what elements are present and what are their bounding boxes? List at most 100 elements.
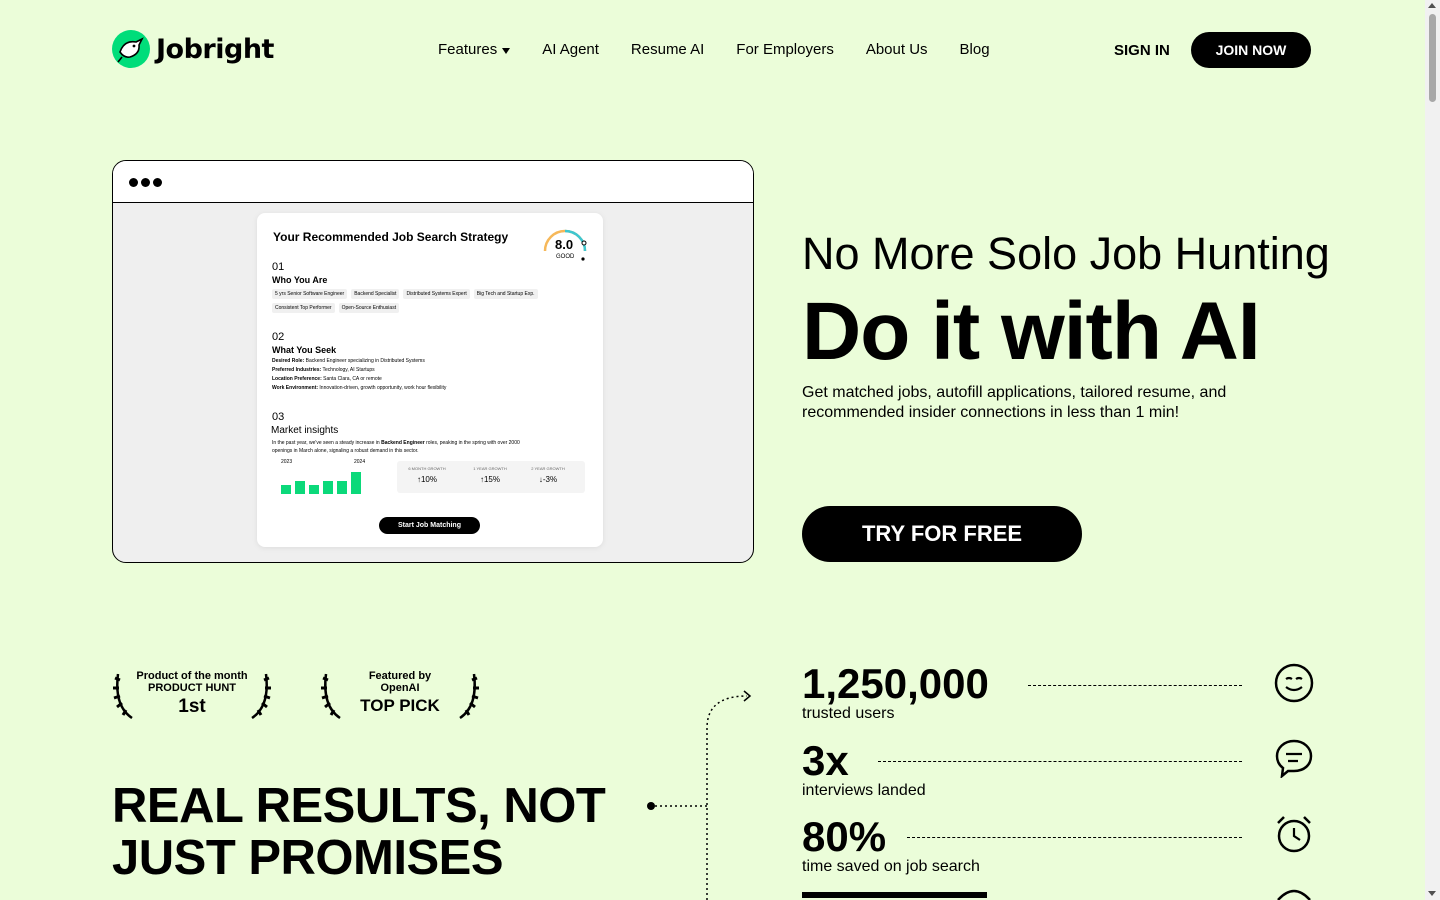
section-title: Who You Are [272,275,328,285]
laurel-right-icon [251,673,271,720]
next-stat-icon [1277,889,1311,900]
nav-about-us-label: About Us [865,41,928,58]
stat-label: time saved on job search [802,858,980,875]
mini-chart-bar [351,472,361,494]
seek-key: Preferred Industries: [272,367,322,373]
insight-text-d: openings in March alone, signaling a rob… [272,448,419,454]
growth-item: 6 MONTH GROWTH ↑10% [402,466,452,484]
tag: Backend Specialist [351,289,400,299]
hero-subtitle: No More Solo Job Hunting [802,228,1330,279]
seek-key: Location Preference: [272,376,322,382]
section-number: 03 [272,411,285,423]
seek-key: Work Environment: [272,385,319,391]
score-gauge: 8.0 GOOD [541,227,589,267]
seek-line: Location Preference: Santa Clara, CA or … [272,376,382,382]
seek-value: Innovation-driven, growth opportunity, w… [319,385,447,391]
tag: 5 yrs Senior Software Engineer [272,289,348,299]
mini-chart-bar [309,485,319,494]
results-heading-line2: JUST PROMISES [112,831,504,885]
stat-label: trusted users [802,705,895,722]
seek-value: Santa Clara, CA or remote [323,376,382,382]
hero-description: Get matched jobs, autofill applications,… [802,384,1227,421]
seek-value: Backend Engineer specializing in Distrib… [305,358,425,364]
mini-chart-bar [295,480,305,494]
stat-divider [1028,685,1242,686]
tag: Open-Source Enthusiast [338,303,400,313]
chart-start-year: 2023 [281,459,293,465]
mini-chart-bar [281,485,291,494]
mini-bar-chart: 2023 2024 [279,459,369,499]
scroll-up-arrow-icon[interactable] [1428,3,1436,8]
nav-ai-agent[interactable]: AI Agent [542,41,599,58]
growth-panel: 6 MONTH GROWTH ↑10% 1 YEAR GROWTH ↑15% 2 Y… [397,461,585,493]
award-product-hunt: Product of the month PRODUCT HUNT 1st [112,668,272,724]
score-value: 8.0 [555,237,574,252]
strategy-card: Your Recommended Job Search Strategy 8.0… [257,213,603,547]
stat-label: interviews landed [802,782,926,799]
stat-divider [878,761,1242,762]
seek-line: Desired Role: Backend Engineer specializ… [272,358,425,364]
bird-logo-icon [112,30,150,68]
growth-item: 1 YEAR GROWTH ↑15% [465,466,515,484]
growth-value: ↑10% [416,475,437,484]
start-job-matching-button[interactable]: Start Job Matching [379,517,480,534]
stat-trusted-users: 1,250,000 trusted users [802,661,989,723]
scroll-down-arrow-icon[interactable] [1428,891,1436,896]
nav-for-employers[interactable]: For Employers [736,41,834,58]
nav-features-label: Features [438,41,498,58]
chat-icon [1275,739,1313,778]
laurel-left-icon [113,673,133,720]
laurel-right-icon [459,673,479,720]
seek-line: Preferred Industries: Technology, AI Sta… [272,367,375,373]
smile-icon [1274,663,1314,703]
insight-text: In the past year, we've seen a steady in… [272,440,520,446]
try-for-free-button[interactable]: TRY FOR FREE [802,506,1082,562]
seek-line: Work Environment: Innovation-driven, gro… [272,385,446,391]
insight-text-a: In the past year, we've seen a steady in… [272,440,382,446]
window-dot-icon [153,178,162,187]
dotted-connector [647,690,752,900]
card-title: Your Recommended Job Search Strategy [273,230,509,244]
hero-title: Do it with AI [802,286,1261,377]
nav-about-us[interactable]: About Us [866,41,928,58]
stat-divider [907,837,1242,838]
logo[interactable]: Jobright [112,30,274,68]
growth-label: 1 YEAR GROWTH [473,466,507,471]
alarm-clock-icon [1277,816,1311,853]
tag-list: 5 yrs Senior Software Engineer Backend S… [272,289,572,313]
mockup-title-bar [113,161,753,203]
seek-value: Technology, AI Startups [322,367,375,373]
growth-item: 2 YEAR GROWTH ↓-3% [523,466,573,484]
scroll-thumb[interactable] [1429,14,1436,102]
section-number: 02 [272,331,285,343]
mini-chart-bar [337,480,347,494]
award-openai: Featured by OpenAI TOP PICK [320,668,480,724]
score-label: GOOD [556,254,575,260]
nav-resume-ai-label: Resume AI [630,41,705,58]
sign-in-link[interactable]: SIGN IN [1114,42,1170,59]
nav-blog-label: Blog [959,41,990,58]
join-now-button[interactable]: JOIN NOW [1191,32,1311,68]
nav-resume-ai[interactable]: Resume AI [631,41,704,58]
window-dot-icon [141,178,150,187]
stat-value: 1,250,000 [802,660,989,707]
page-scrollbar[interactable] [1425,0,1440,900]
mini-chart-bar [323,480,333,494]
section-title: What You Seek [272,345,337,355]
insight-role: Backend Engineer [381,440,425,446]
section-number: 01 [272,261,285,273]
results-heading-line1: REAL RESULTS, NOT [112,779,606,833]
growth-value: ↑15% [479,475,500,484]
nav-blog[interactable]: Blog [960,41,990,58]
nav-features[interactable]: Features [438,41,511,58]
browser-mockup: Your Recommended Job Search Strategy 8.0… [112,160,754,563]
logo-text: Jobright [156,33,274,65]
stat-next-cut [802,888,987,900]
main-nav: Features AI Agent Resume AI For Employer… [438,41,990,58]
stat-interviews: 3x interviews landed [802,738,926,800]
caret-down-icon [502,47,511,54]
mini-bars [281,469,371,494]
nav-ai-agent-label: AI Agent [542,41,599,58]
stat-next-text-edge [802,892,987,900]
tag: Big Tech and Startup Exp. [473,289,538,299]
